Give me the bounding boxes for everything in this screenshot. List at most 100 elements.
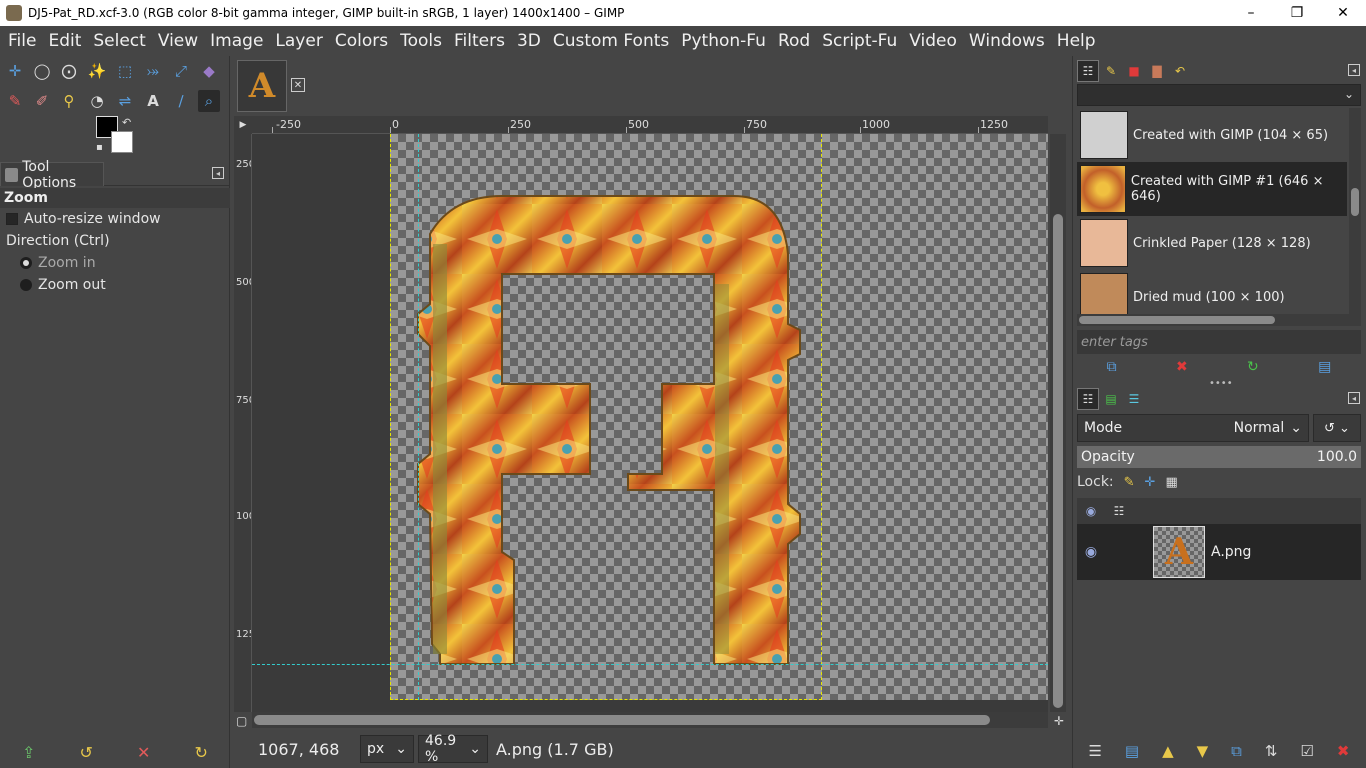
raise-layer-icon[interactable]: ▲ xyxy=(1162,742,1174,760)
tab-channels-icon[interactable]: ▤ xyxy=(1100,388,1122,410)
list-item[interactable]: Created with GIMP (104 × 65) xyxy=(1077,108,1347,162)
tab-tool-options[interactable]: Tool Options xyxy=(0,159,104,191)
pattern-folder-icon[interactable]: ▤ xyxy=(1318,359,1331,375)
lock-alpha-icon[interactable]: ▦ xyxy=(1165,475,1177,490)
panel-menu-icon[interactable]: ◂ xyxy=(212,167,224,179)
unified-transform-icon[interactable]: ⤖ xyxy=(142,60,164,82)
ruler-corner-icon[interactable]: ▶ xyxy=(234,116,252,134)
zoom-tool-icon[interactable]: ⌕ xyxy=(198,90,220,112)
menu-image[interactable]: Image xyxy=(206,31,271,51)
close-button[interactable]: ✕ xyxy=(1320,0,1366,26)
menu-layer[interactable]: Layer xyxy=(271,31,330,51)
tab-layers-icon[interactable]: ☷ xyxy=(1077,388,1099,410)
crop-tool-icon[interactable]: ⬚ xyxy=(114,60,136,82)
tab-paths-icon[interactable]: ☰ xyxy=(1123,388,1145,410)
tab-gradients-icon[interactable]: ▇ xyxy=(1146,60,1168,82)
opacity-slider[interactable]: Opacity 100.0 xyxy=(1077,446,1361,468)
paths-tool-icon[interactable]: ⇌ xyxy=(114,90,136,112)
refresh-patterns-icon[interactable]: ↻ xyxy=(1247,359,1259,375)
radio-dot[interactable] xyxy=(20,257,32,269)
open-as-image-icon[interactable]: ⧉ xyxy=(1107,359,1117,375)
default-colors-icon[interactable]: ▪ xyxy=(96,142,103,153)
lock-position-icon[interactable]: ✛ xyxy=(1145,475,1156,490)
menu-colors[interactable]: Colors xyxy=(331,31,396,51)
tab-undo-history-icon[interactable]: ↶ xyxy=(1169,60,1191,82)
zoom-dropdown[interactable]: 46.9 % ⌄ xyxy=(418,733,488,765)
menu-custom-fonts[interactable]: Custom Fonts xyxy=(549,31,677,51)
background-color-swatch[interactable] xyxy=(111,131,133,153)
menu-tools[interactable]: Tools xyxy=(396,31,450,51)
dock-separator[interactable]: •••• xyxy=(1209,378,1233,389)
ellipse-select-icon[interactable]: ◯ xyxy=(31,60,53,82)
panel-menu-icon[interactable]: ◂ xyxy=(1348,392,1360,404)
swap-colors-icon[interactable]: ↶ xyxy=(122,116,131,129)
new-layer-group-icon[interactable]: ▤ xyxy=(1125,742,1139,760)
menu-help[interactable]: Help xyxy=(1053,31,1104,51)
menu-view[interactable]: View xyxy=(154,31,206,51)
image-canvas[interactable] xyxy=(252,134,1048,712)
tags-input[interactable]: enter tags xyxy=(1077,330,1361,354)
menu-script-fu[interactable]: Script-Fu xyxy=(818,31,905,51)
color-picker-icon[interactable]: ∕ xyxy=(170,90,192,112)
fuzzy-select-icon[interactable]: ✨ xyxy=(86,60,108,82)
menu-3d[interactable]: 3D xyxy=(513,31,549,51)
list-item[interactable]: Crinkled Paper (128 × 128) xyxy=(1077,216,1347,270)
menu-windows[interactable]: Windows xyxy=(965,31,1053,51)
move-tool-icon[interactable]: ✛ xyxy=(4,60,26,82)
zoom-in-radio[interactable]: Zoom in xyxy=(0,252,230,274)
zoom-value[interactable]: 46.9 % xyxy=(425,733,469,765)
close-image-icon[interactable]: ✕ xyxy=(291,78,305,92)
duplicate-layer-icon[interactable]: ⧉ xyxy=(1231,742,1242,760)
auto-resize-checkbox[interactable]: Auto-resize window xyxy=(0,208,230,230)
layer-row[interactable]: ◉ A A.png xyxy=(1077,524,1361,580)
horizontal-ruler[interactable]: -250 0 250 500 750 1000 1250 xyxy=(252,116,1048,134)
reset-options-icon[interactable]: ↻ xyxy=(195,743,208,762)
list-item[interactable]: Created with GIMP #1 (646 × 646) xyxy=(1077,162,1347,216)
free-select-icon[interactable]: ⨀ xyxy=(58,60,80,82)
add-mask-icon[interactable]: ☑ xyxy=(1300,742,1313,760)
vertical-ruler[interactable]: 250 500 750 1000 1250 xyxy=(234,134,252,712)
pattern-filter-dropdown[interactable]: ⌄ xyxy=(1077,84,1361,106)
layer-name[interactable]: A.png xyxy=(1211,544,1251,560)
mode-dropdown[interactable]: Mode Normal ⌄ xyxy=(1077,414,1309,442)
lower-layer-icon[interactable]: ▼ xyxy=(1197,742,1209,760)
menu-filters[interactable]: Filters xyxy=(450,31,513,51)
scroll-thumb[interactable] xyxy=(1079,316,1275,324)
horizontal-guide[interactable] xyxy=(252,664,1048,665)
warp-transform-icon[interactable]: ⤢ xyxy=(170,60,192,82)
delete-options-icon[interactable]: ✕ xyxy=(137,743,150,762)
opacity-value[interactable]: 100.0 xyxy=(1317,449,1357,465)
layer-thumbnail[interactable]: A xyxy=(1153,526,1205,578)
delete-layer-icon[interactable]: ✖ xyxy=(1337,742,1350,760)
menu-python-fu[interactable]: Python-Fu xyxy=(677,31,774,51)
composite-mode-button[interactable]: ↺ ⌄ xyxy=(1313,414,1361,442)
canvas-horizontal-scrollbar[interactable] xyxy=(252,712,1048,728)
text-tool-icon[interactable]: A xyxy=(142,90,164,112)
menu-edit[interactable]: Edit xyxy=(44,31,89,51)
lock-pixels-icon[interactable]: ✎ xyxy=(1124,475,1135,490)
delete-pattern-icon[interactable]: ✖ xyxy=(1176,359,1188,375)
canvas-vertical-scrollbar[interactable] xyxy=(1050,134,1066,712)
paintbrush-icon[interactable]: ✎ xyxy=(4,90,26,112)
menu-file[interactable]: File xyxy=(4,31,44,51)
scroll-thumb[interactable] xyxy=(1351,188,1359,216)
vertical-guide[interactable] xyxy=(418,134,419,700)
maximize-button[interactable]: ❐ xyxy=(1274,0,1320,26)
bucket-fill-icon[interactable]: ⚲ xyxy=(58,90,80,112)
restore-options-icon[interactable]: ↺ xyxy=(80,743,93,762)
checkbox-box[interactable] xyxy=(6,213,18,225)
pattern-horizontal-scrollbar[interactable] xyxy=(1077,314,1361,326)
image-tab-thumbnail[interactable]: A xyxy=(237,60,287,112)
eye-icon[interactable]: ◉ xyxy=(1077,544,1105,560)
save-options-icon[interactable]: ⇪ xyxy=(22,743,35,762)
scroll-thumb[interactable] xyxy=(1053,214,1063,708)
merge-layer-icon[interactable]: ⇅ xyxy=(1265,742,1278,760)
tab-fonts-icon[interactable]: ■ xyxy=(1123,60,1145,82)
list-item[interactable]: Dried mud (100 × 100) xyxy=(1077,270,1347,314)
minimize-button[interactable]: – xyxy=(1228,0,1274,26)
menu-video[interactable]: Video xyxy=(905,31,965,51)
smudge-tool-icon[interactable]: ◔ xyxy=(86,90,108,112)
unit-dropdown[interactable]: px ⌄ xyxy=(360,735,414,763)
eraser-icon[interactable]: ✐ xyxy=(31,90,53,112)
panel-menu-icon[interactable]: ◂ xyxy=(1348,64,1360,76)
